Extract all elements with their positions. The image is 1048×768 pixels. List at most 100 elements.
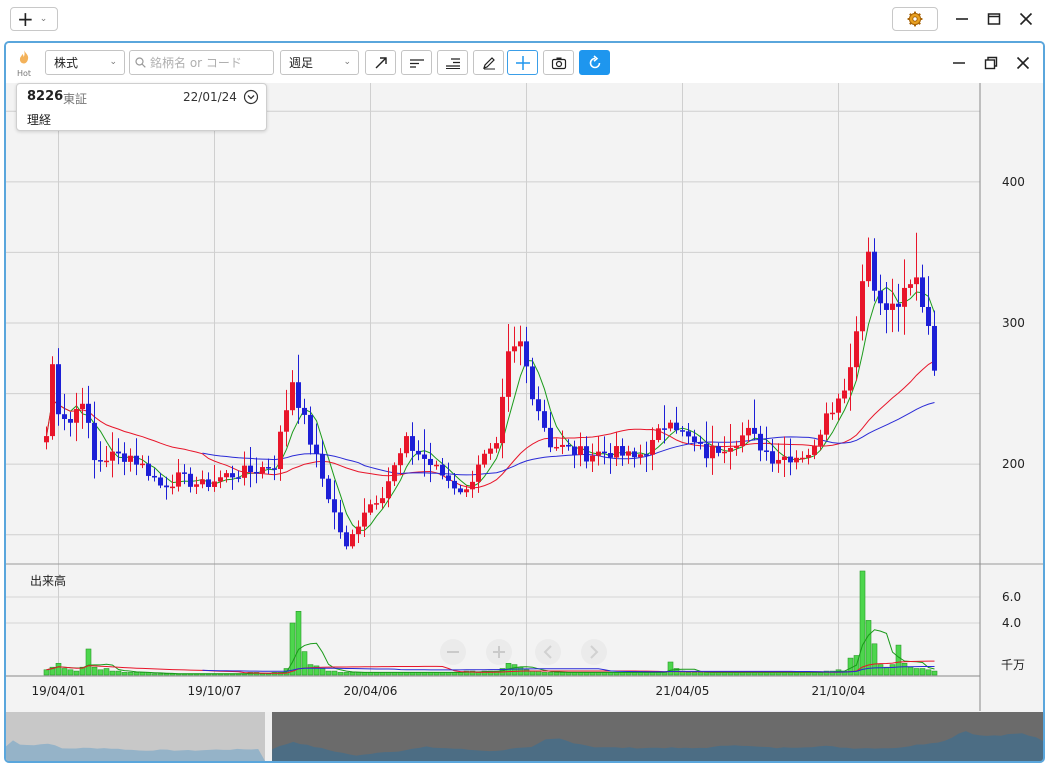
candle-body (644, 454, 649, 456)
symbol-search[interactable] (129, 50, 274, 75)
candle-body (44, 436, 49, 443)
candle-body (866, 251, 871, 282)
volume-bar (553, 672, 560, 676)
period-select[interactable]: 週足 ⌄ (280, 50, 359, 75)
candle-body (476, 464, 481, 482)
candle-body (692, 436, 697, 442)
minimize-icon (953, 62, 965, 64)
align-left-icon (409, 58, 424, 68)
candle-body (614, 446, 619, 458)
chart-restore-button[interactable] (980, 52, 1002, 74)
candle-body (650, 439, 655, 455)
pan-left-button[interactable] (535, 639, 561, 665)
app-minimize-button[interactable] (951, 8, 973, 30)
candle-body (242, 465, 247, 478)
candle-body (782, 456, 787, 460)
symbol-info-popup: 8226 東証 22/01/24 理経 (16, 83, 267, 131)
volume-bar (157, 673, 164, 676)
candle-body (134, 455, 139, 465)
volume-bar (151, 673, 158, 676)
volume-bar (877, 664, 884, 676)
range-navigator[interactable] (6, 712, 1043, 761)
market-select[interactable]: 株式 ⌄ (45, 50, 125, 75)
candle-body (104, 460, 109, 463)
volume-bar (319, 668, 326, 676)
candle-body (698, 441, 703, 444)
candle-body (470, 481, 475, 490)
stock-chart[interactable]: 200 300 400 4.0 6.0 19/04/01 19/10/07 20/04/06 2… (6, 83, 1043, 711)
chart-minimize-button[interactable] (948, 52, 970, 74)
volume-bar (901, 662, 908, 676)
volume-bar (349, 672, 356, 676)
crosshair-button[interactable] (507, 50, 538, 75)
candle-body (710, 446, 715, 459)
chevron-down-icon[interactable] (243, 89, 259, 105)
volume-bar (307, 664, 314, 676)
trendline-button[interactable] (365, 50, 396, 75)
candle-body (776, 459, 781, 464)
symbol-market: 東証 (63, 92, 88, 106)
candle-body (788, 456, 793, 463)
candle-body (296, 382, 301, 408)
volume-bar (889, 664, 896, 676)
candle-body (542, 411, 547, 428)
pan-right-button[interactable] (581, 639, 607, 665)
refresh-button[interactable] (579, 50, 610, 75)
app-maximize-button[interactable] (983, 8, 1005, 30)
volume-bar (73, 670, 80, 676)
candle-body (560, 444, 565, 447)
search-icon (135, 57, 146, 68)
candle-body (800, 457, 805, 460)
candle-body (914, 277, 919, 285)
candle-body (728, 447, 733, 452)
price-axis-label: 300 (1002, 316, 1025, 330)
candle-body (518, 341, 523, 347)
candle-body (440, 464, 445, 476)
settings-button[interactable] (892, 7, 938, 31)
hot-button[interactable]: Hot (14, 49, 34, 79)
candle-body (512, 346, 517, 352)
app-close-button[interactable] (1015, 8, 1037, 30)
symbol-code: 8226 (27, 89, 64, 104)
candle-body (170, 486, 175, 489)
candle-body (182, 472, 187, 474)
align-right-button[interactable] (437, 50, 468, 75)
candle-body (200, 479, 205, 485)
candle-body (176, 472, 181, 487)
candle-body (194, 484, 199, 487)
volume-bar (289, 622, 296, 676)
symbol-name: 理経 (27, 113, 52, 127)
candle-body (74, 409, 79, 423)
candle-body (62, 414, 67, 420)
candle-body (140, 463, 145, 466)
volume-bar (139, 672, 146, 676)
plus-icon: + (17, 7, 34, 31)
candle-body (50, 364, 55, 437)
candle-body (884, 303, 889, 310)
candle-body (578, 446, 583, 455)
chart-close-button[interactable] (1012, 52, 1034, 74)
add-menu-button[interactable]: + ⌄ (10, 7, 58, 31)
date-axis-label: 21/10/04 (812, 684, 866, 698)
candle-body (116, 451, 121, 454)
candle-body (356, 526, 361, 535)
volume-bar (529, 670, 536, 676)
draw-button[interactable] (473, 50, 504, 75)
candle-body (506, 351, 511, 397)
candle-body (122, 453, 127, 462)
maximize-icon (987, 13, 1001, 25)
volume-bar (667, 661, 674, 676)
candle-body (620, 446, 625, 456)
candle-body (638, 454, 643, 458)
candle-body (290, 382, 295, 411)
align-left-button[interactable] (401, 50, 432, 75)
screenshot-button[interactable] (543, 50, 574, 75)
navigator-handle[interactable] (265, 712, 272, 761)
candle-body (152, 475, 157, 478)
candle-body (752, 427, 757, 434)
candle-body (608, 453, 613, 458)
volume-bar (331, 670, 338, 676)
volume-bar (337, 672, 344, 676)
search-input[interactable] (150, 55, 268, 70)
candle-body (674, 422, 679, 431)
